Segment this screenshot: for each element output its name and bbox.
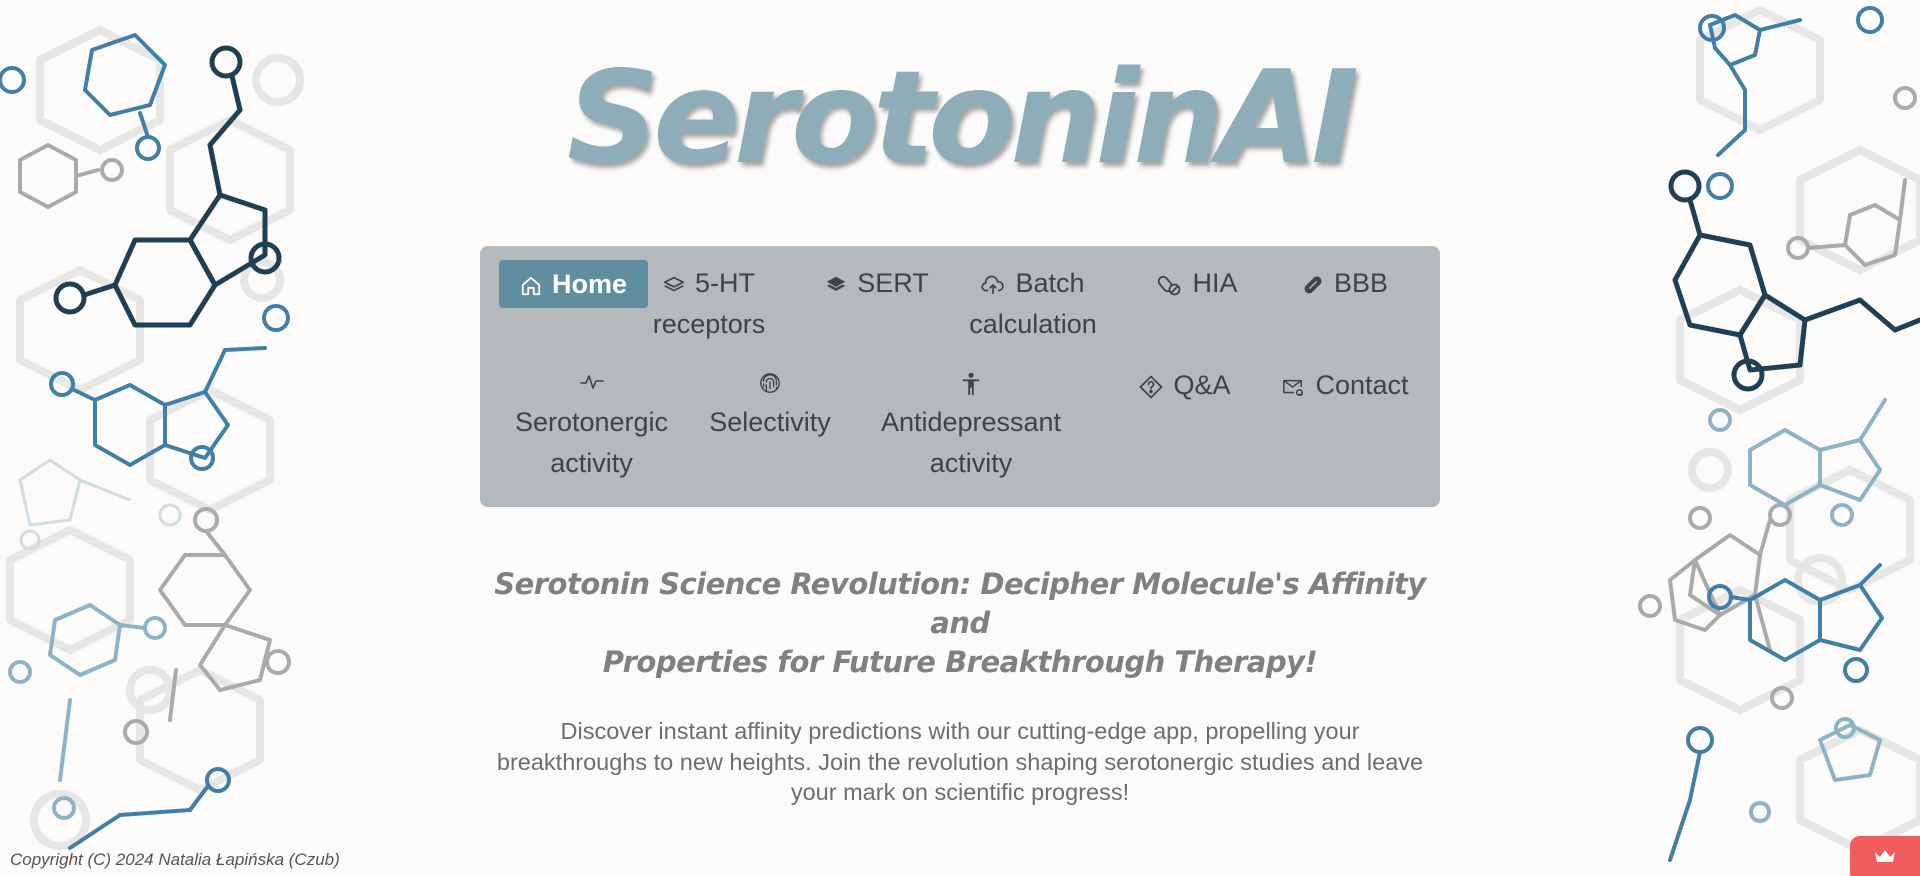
activity-pulse-icon xyxy=(577,372,607,402)
description-line2: breakthroughs to new heights. Join the r… xyxy=(496,748,1424,775)
nav-label-contact: Contact xyxy=(1315,370,1409,400)
pill-capsule-icon xyxy=(1158,273,1182,297)
layers-filled-icon xyxy=(825,274,847,296)
home-icon xyxy=(520,275,542,297)
nav-label-antidepressant: Antidepressant xyxy=(880,407,1062,437)
crown-icon xyxy=(1874,848,1896,869)
person-icon xyxy=(956,372,986,402)
nav-item-serotonergic-activity[interactable]: Serotonergic activity xyxy=(510,365,673,484)
crown-widget-button[interactable] xyxy=(1850,836,1920,876)
app-logo: SerotoninAI xyxy=(567,44,1359,193)
nav-item-qa[interactable]: Q&A xyxy=(1120,365,1250,406)
nav-item-batch-calculation[interactable]: Batch calculation xyxy=(959,263,1107,345)
copyright-text: Copyright (C) 2024 Natalia Łapińska (Czu… xyxy=(10,850,340,869)
nav-label-selectivity: Selectivity xyxy=(709,407,831,437)
nav-item-hia[interactable]: HIA xyxy=(1148,263,1248,304)
nav-label-sert: SERT xyxy=(857,268,929,298)
nav-label-calculation: calculation xyxy=(969,309,1097,339)
nav-item-5ht-receptors[interactable]: 5-HT receptors xyxy=(650,263,768,345)
fingerprint-icon xyxy=(755,372,785,402)
envelope-at-icon xyxy=(1281,376,1305,398)
main-navigation: Home 5-HT receptors SERT Batch calculati… xyxy=(480,246,1440,507)
hero-tagline: Serotonin Science Revolution: Decipher M… xyxy=(480,565,1440,682)
question-diamond-icon xyxy=(1139,375,1163,399)
nav-label-activity-2: activity xyxy=(929,448,1013,478)
nav-item-selectivity[interactable]: Selectivity xyxy=(705,365,835,443)
layers-icon xyxy=(663,274,685,296)
nav-label-5ht: 5-HT xyxy=(695,268,755,298)
nav-label-hia: HIA xyxy=(1192,268,1238,298)
nav-label-activity: activity xyxy=(550,448,633,478)
nav-item-bbb[interactable]: BBB xyxy=(1270,263,1420,304)
nav-label-batch: Batch xyxy=(1015,268,1085,298)
hero-description: Discover instant affinity predictions wi… xyxy=(480,716,1440,808)
nav-item-sert[interactable]: SERT xyxy=(812,263,942,304)
nav-item-antidepressant-activity[interactable]: Antidepressant activity xyxy=(880,365,1062,484)
nav-label-bbb: BBB xyxy=(1333,268,1389,298)
tagline-line2: Properties for Future Breakthrough Thera… xyxy=(602,645,1318,679)
capsule-icon xyxy=(1302,274,1324,296)
tagline-line1: Serotonin Science Revolution: Decipher M… xyxy=(494,567,1426,640)
cloud-upload-icon xyxy=(981,274,1005,296)
nav-label-serotonergic: Serotonergic xyxy=(514,407,669,437)
nav-label-qa: Q&A xyxy=(1173,370,1231,400)
description-line1: Discover instant affinity predictions wi… xyxy=(560,718,1360,744)
nav-item-home[interactable]: Home xyxy=(499,260,648,308)
description-line3: your mark on scientific progress! xyxy=(790,779,1130,805)
nav-item-contact[interactable]: Contact xyxy=(1270,365,1420,406)
nav-label-home: Home xyxy=(551,269,627,299)
nav-label-receptors: receptors xyxy=(652,309,766,339)
